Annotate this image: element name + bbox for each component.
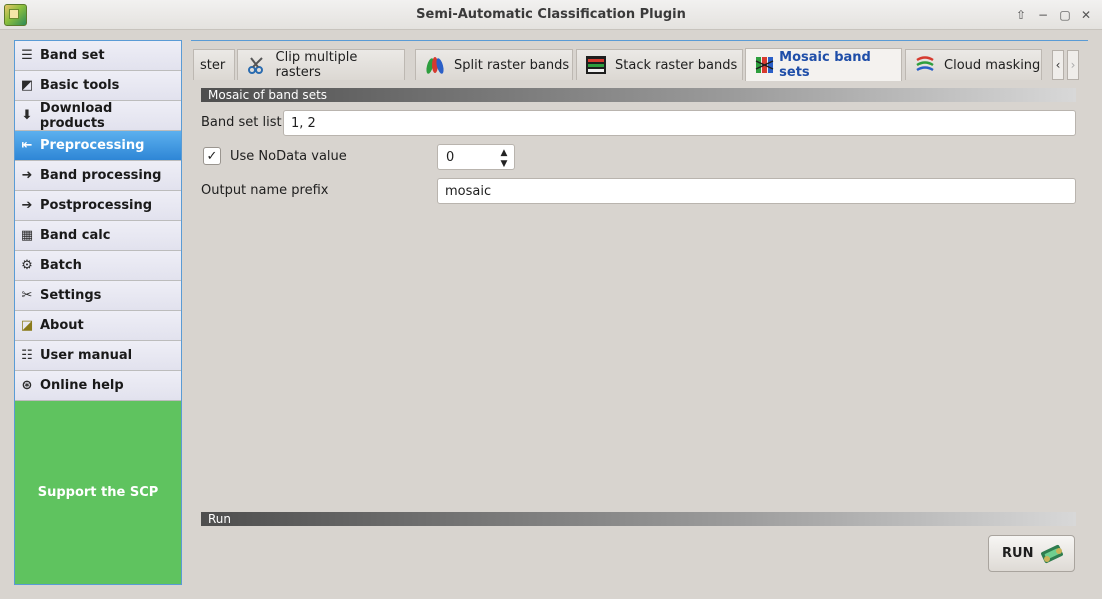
sidebar-item-band-calc[interactable]: ▦ Band calc: [15, 221, 181, 251]
band-set-list-label: Band set list: [201, 115, 282, 130]
sidebar-item-band-processing[interactable]: ➜ Band processing: [15, 161, 181, 191]
sidebar-item-label: Basic tools: [40, 78, 120, 93]
tab-scroll-left-icon[interactable]: ‹: [1052, 50, 1064, 80]
sidebar-item-about[interactable]: ◪ About: [15, 311, 181, 341]
close-icon[interactable]: ✕: [1077, 6, 1095, 24]
restore-up-icon[interactable]: ⇧: [1012, 6, 1030, 24]
spin-down-icon[interactable]: ▼: [497, 158, 511, 169]
tab-clip-multiple-rasters[interactable]: Clip multiple rasters: [237, 49, 405, 80]
batch-icon: ⚙: [21, 258, 33, 273]
band-processing-icon: ➜: [21, 168, 33, 183]
settings-icon: ✂: [21, 288, 33, 303]
sidebar-item-band-set[interactable]: ☰ Band set: [15, 41, 181, 71]
run-icon: [1041, 544, 1063, 564]
band-set-icon: ☰: [21, 48, 33, 63]
sidebar-item-user-manual[interactable]: ☷ User manual: [15, 341, 181, 371]
sidebar-item-label: Preprocessing: [40, 138, 145, 153]
about-icon: ◪: [20, 318, 34, 333]
tab-label: ster: [200, 57, 226, 73]
download-icon: ⬇: [21, 108, 33, 123]
use-nodata-label: Use NoData value: [230, 149, 347, 164]
use-nodata-checkbox[interactable]: ✓: [203, 147, 221, 165]
mosaic-section-header: Mosaic of band sets: [201, 88, 1076, 102]
tab-stack-raster-bands[interactable]: Stack raster bands: [576, 49, 743, 80]
minimize-icon[interactable]: −: [1034, 6, 1052, 24]
sidebar-item-batch[interactable]: ⚙ Batch: [15, 251, 181, 281]
sidebar-item-label: Postprocessing: [40, 198, 153, 213]
tab-label: Clip multiple rasters: [275, 50, 358, 80]
spin-up-icon[interactable]: ▲: [497, 147, 511, 158]
tab-bar: ster Clip multiple rasters Split raster …: [191, 40, 1088, 81]
nodata-value: 0: [446, 150, 455, 165]
run-button[interactable]: RUN: [988, 535, 1075, 572]
output-name-prefix-label: Output name prefix: [201, 183, 329, 198]
stack-bands-icon: [585, 55, 607, 75]
sidebar-item-label: Settings: [40, 288, 102, 303]
sidebar-item-postprocessing[interactable]: ➔ Postprocessing: [15, 191, 181, 221]
nodata-value-spinbox[interactable]: 0 ▲ ▼: [437, 144, 515, 170]
sidebar: ☰ Band set ◩ Basic tools ⬇ Download prod…: [14, 40, 182, 585]
sidebar-item-label: Band set: [40, 48, 105, 63]
window-title: Semi-Automatic Classification Plugin: [416, 7, 686, 22]
sidebar-item-settings[interactable]: ✂ Settings: [15, 281, 181, 311]
split-bands-icon: [424, 55, 446, 75]
band-calc-icon: ▦: [20, 228, 34, 243]
tab-label: Split raster bands: [454, 57, 570, 73]
sidebar-item-label: Band calc: [40, 228, 111, 243]
tab-mosaic-band-sets[interactable]: Mosaic band sets: [745, 48, 902, 81]
tab-clip-raster[interactable]: ster: [193, 49, 235, 80]
run-button-label: RUN: [1002, 546, 1034, 561]
band-set-list-input[interactable]: [283, 110, 1076, 136]
basic-tools-icon: ◩: [20, 78, 34, 93]
title-bar: Semi-Automatic Classification Plugin ⇧ −…: [0, 0, 1102, 30]
sidebar-item-download-products[interactable]: ⬇ Download products: [15, 101, 181, 131]
sidebar-item-online-help[interactable]: ⊛ Online help: [15, 371, 181, 401]
sidebar-item-label: Band processing: [40, 168, 162, 183]
tab-label: Cloud masking: [944, 57, 1041, 73]
sidebar-item-label: User manual: [40, 348, 133, 363]
support-the-scp-button[interactable]: Support the SCP: [15, 401, 181, 584]
tab-scroll-right-icon[interactable]: ›: [1067, 50, 1079, 80]
sidebar-item-label: About: [40, 318, 84, 333]
tab-split-raster-bands[interactable]: Split raster bands: [415, 49, 573, 80]
maximize-icon[interactable]: ▢: [1056, 6, 1074, 24]
cloud-masking-icon: [914, 55, 936, 75]
sidebar-item-preprocessing[interactable]: ⇤ Preprocessing: [15, 131, 181, 161]
tab-cloud-masking[interactable]: Cloud masking: [905, 49, 1042, 80]
postprocessing-icon: ➔: [21, 198, 33, 213]
user-manual-icon: ☷: [21, 348, 33, 363]
sidebar-item-label: Online help: [40, 378, 124, 393]
mosaic-icon: [754, 55, 775, 75]
sidebar-item-basic-tools[interactable]: ◩ Basic tools: [15, 71, 181, 101]
preprocessing-icon: ⇤: [21, 138, 33, 153]
output-name-prefix-input[interactable]: [437, 178, 1076, 204]
online-help-icon: ⊛: [21, 378, 33, 393]
tab-label: Mosaic band sets: [779, 50, 871, 80]
scissors-icon: [246, 55, 268, 75]
checkmark-icon: ✓: [206, 148, 218, 164]
sidebar-item-label: Download products: [39, 100, 113, 131]
tab-label: Stack raster bands: [615, 57, 738, 73]
run-section-header: Run: [201, 512, 1076, 526]
sidebar-item-label: Batch: [40, 258, 82, 273]
